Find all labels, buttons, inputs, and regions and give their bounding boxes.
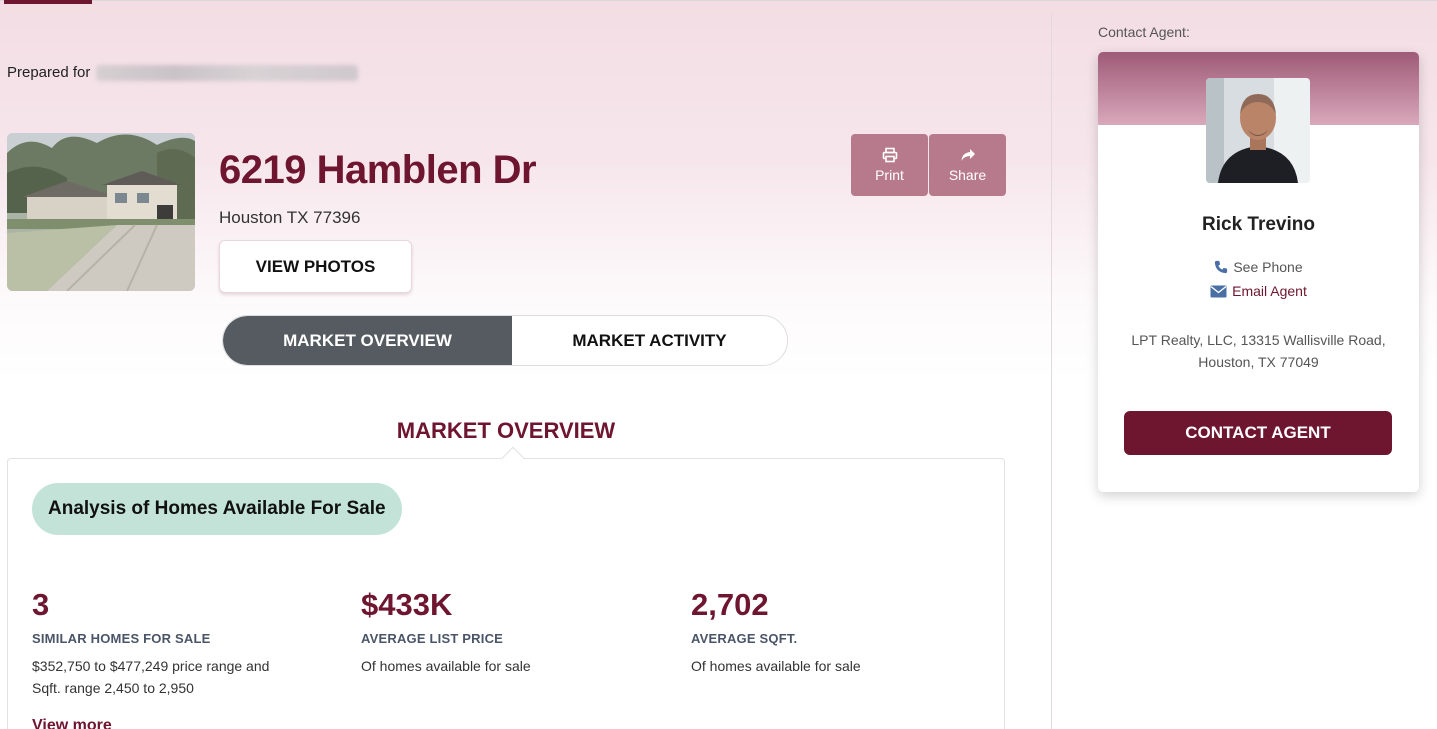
stat-description: $352,750 to $477,249 price range and Sqf…	[32, 658, 270, 696]
section-title: MARKET OVERVIEW	[396, 418, 616, 443]
phone-icon	[1215, 260, 1228, 274]
market-overview-panel: Analysis of Homes Available For Sale 3 S…	[7, 446, 1005, 729]
agent-office-address: LPT Realty, LLC, 13315 Wallisville Road,…	[1131, 332, 1386, 370]
tab-market-activity[interactable]: MARKET ACTIVITY	[512, 316, 787, 365]
stat-value: 2,702	[691, 587, 769, 622]
contact-agent-heading: Contact Agent:	[1098, 24, 1190, 40]
stat-similar-homes: 3 SIMILAR HOMES FOR SALE $352,750 to $47…	[32, 587, 322, 699]
envelope-icon	[1210, 285, 1227, 297]
share-button[interactable]: Share	[929, 134, 1006, 196]
prepared-for: Prepared for	[7, 64, 359, 81]
contact-agent-button[interactable]: CONTACT AGENT	[1124, 411, 1392, 455]
analysis-pill: Analysis of Homes Available For Sale	[32, 483, 402, 535]
print-label: Print	[875, 167, 904, 183]
agent-name: Rick Trevino	[1202, 214, 1315, 235]
panel-notch	[501, 446, 525, 470]
stat-average-list-price: $433K AVERAGE LIST PRICE Of homes availa…	[361, 587, 661, 677]
tab-market-overview[interactable]: MARKET OVERVIEW	[223, 316, 512, 365]
stat-average-sqft: 2,702 AVERAGE SQFT. Of homes available f…	[691, 587, 991, 677]
agent-avatar	[1206, 78, 1310, 183]
stat-label: SIMILAR HOMES FOR SALE	[32, 631, 211, 646]
stat-description: Of homes available for sale	[361, 658, 531, 674]
property-thumbnail[interactable]	[7, 133, 195, 291]
property-city-line: Houston TX 77396	[219, 208, 361, 227]
redacted-email	[96, 64, 359, 81]
active-nav-indicator	[4, 0, 92, 4]
column-divider	[1051, 14, 1052, 729]
view-more-link[interactable]: View more	[32, 717, 112, 729]
stat-label: AVERAGE LIST PRICE	[361, 631, 504, 646]
market-tabs: MARKET OVERVIEW MARKET ACTIVITY	[222, 315, 788, 366]
see-phone-link[interactable]: See Phone	[1098, 259, 1419, 275]
see-phone-label: See Phone	[1233, 259, 1303, 275]
stat-description: Of homes available for sale	[691, 658, 861, 674]
top-nav-bar	[0, 0, 1437, 4]
email-agent-label: Email Agent	[1232, 283, 1307, 299]
stat-value: 3	[32, 587, 50, 622]
property-address: 6219 Hamblen Dr	[219, 148, 537, 192]
view-photos-button[interactable]: VIEW PHOTOS	[219, 240, 412, 293]
email-agent-link[interactable]: Email Agent	[1098, 283, 1419, 299]
stat-value: $433K	[361, 587, 453, 622]
print-button[interactable]: Print	[851, 134, 928, 196]
agent-card: Rick Trevino See Phone Email Agent LPT R…	[1098, 52, 1419, 492]
share-label: Share	[948, 167, 987, 183]
stat-label: AVERAGE SQFT.	[691, 631, 798, 646]
print-icon	[882, 147, 897, 163]
share-icon	[961, 149, 975, 161]
prepared-for-label: Prepared for	[7, 64, 91, 81]
